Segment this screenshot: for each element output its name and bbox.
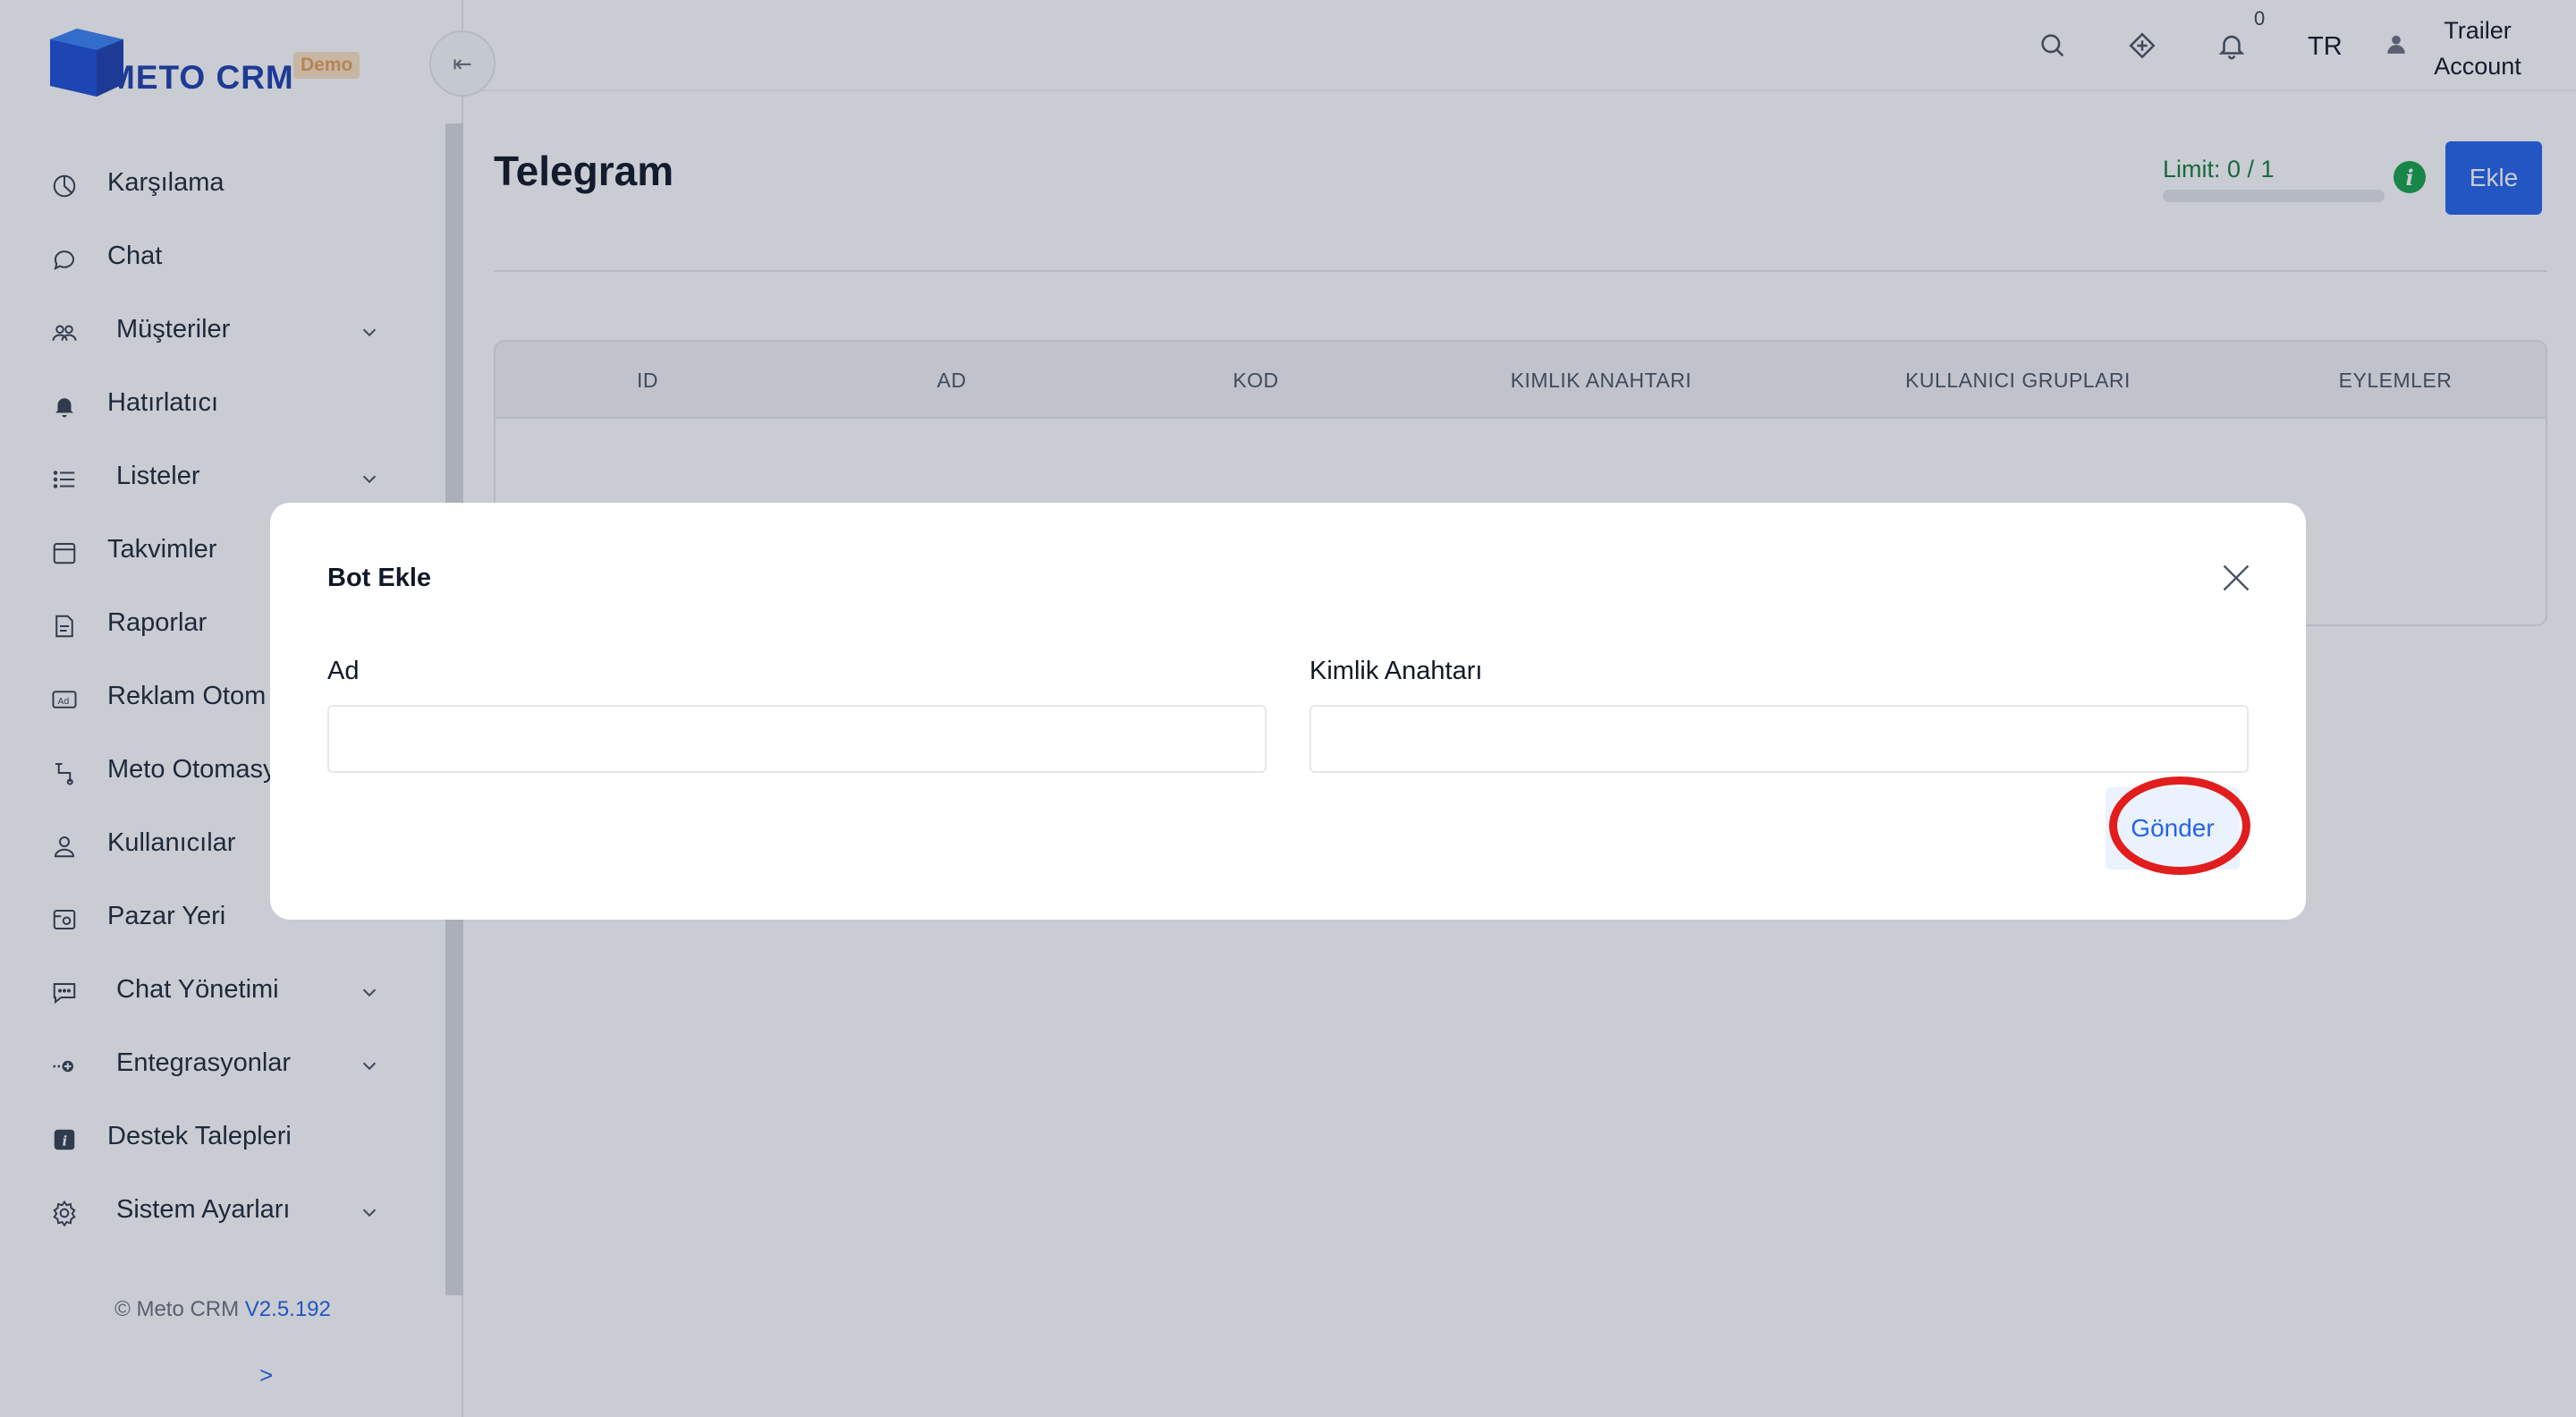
identity-key-input[interactable] — [1309, 705, 2249, 773]
add-bot-modal: Bot Ekle Ad Kimlik Anahtarı Gönder — [270, 503, 2306, 920]
identity-key-field-label: Kimlik Anahtarı — [1309, 657, 1483, 685]
name-input[interactable] — [327, 705, 1267, 773]
name-field-label: Ad — [327, 657, 360, 685]
submit-button[interactable]: Gönder — [2106, 787, 2240, 870]
close-icon[interactable] — [2220, 562, 2252, 594]
modal-title: Bot Ekle — [327, 564, 432, 592]
